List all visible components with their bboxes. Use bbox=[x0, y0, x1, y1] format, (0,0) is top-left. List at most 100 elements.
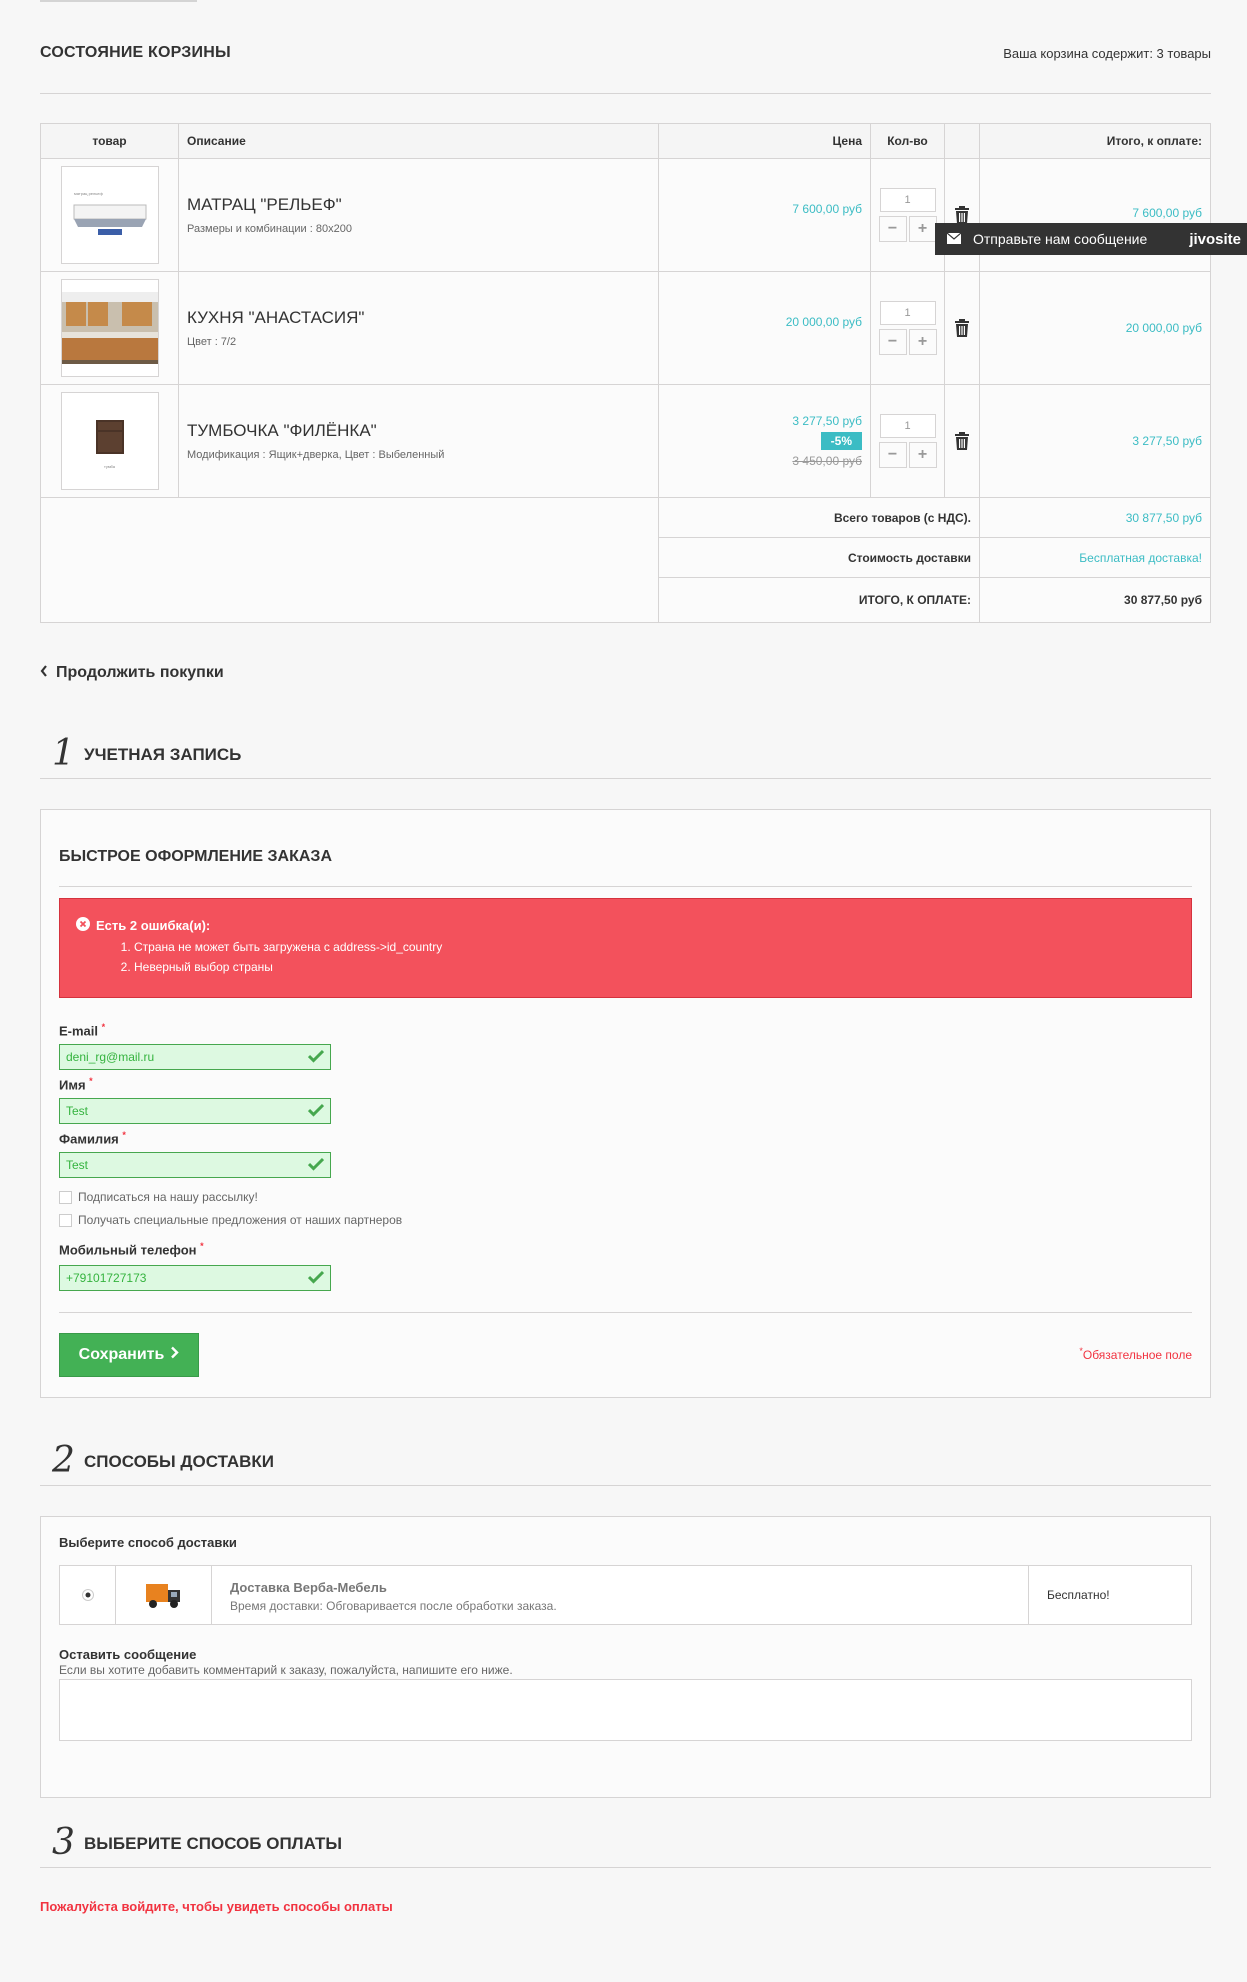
carrier-name: Доставка Верба-Мебель bbox=[230, 1580, 387, 1595]
name-field[interactable]: Test bbox=[59, 1098, 331, 1124]
grand-total-label: ИТОГО, К ОПЛАТЕ: bbox=[658, 577, 980, 623]
chat-widget-text: Отправьте нам сообщение bbox=[973, 231, 1148, 247]
message-textarea[interactable] bbox=[59, 1679, 1192, 1741]
step-delivery: 2 СПОСОБЫ ДОСТАВКИ bbox=[40, 1440, 1211, 1486]
trash-icon[interactable] bbox=[945, 432, 979, 450]
error-item: Неверный выбор страны bbox=[134, 960, 1191, 974]
svg-text:матрац рельеф: матрац рельеф bbox=[74, 191, 104, 196]
col-product: товар bbox=[40, 123, 179, 159]
step-payment: 3 ВЫБЕРИТЕ СПОСОБ ОПЛАТЫ bbox=[40, 1822, 1211, 1868]
table-row: тумба ТУМБОЧКА "ФИЛЁНКА" Модификация : Я… bbox=[40, 384, 1211, 498]
envelope-icon bbox=[946, 231, 962, 247]
checkbox-icon bbox=[59, 1213, 72, 1227]
delivery-option[interactable]: Доставка Верба-Мебель Время доставки: Об… bbox=[59, 1565, 1192, 1625]
cart-count: Ваша корзина содержит: 3 товары bbox=[1003, 46, 1211, 61]
product-price: 7 600,00 руб bbox=[792, 202, 862, 216]
cart-table-header: товар Описание Цена Кол-во Итого, к опла… bbox=[40, 123, 1211, 159]
old-price: 3 450,00 руб bbox=[792, 454, 862, 468]
error-title: Есть 2 ошибка(и): bbox=[96, 918, 211, 933]
quantity-decrease-button[interactable]: − bbox=[878, 216, 907, 242]
product-attributes: Размеры и комбинации : 80x200 bbox=[187, 223, 352, 235]
top-divider bbox=[40, 0, 197, 2]
nightstand-image[interactable]: тумба bbox=[60, 392, 159, 490]
continue-shopping-link[interactable]: Продолжить покупки bbox=[40, 664, 224, 682]
phone-field[interactable]: +79101727173 bbox=[59, 1265, 331, 1291]
product-total: 3 277,50 руб bbox=[1132, 434, 1202, 448]
product-total: 7 600,00 руб bbox=[1132, 206, 1202, 220]
surname-field[interactable]: Test bbox=[59, 1152, 331, 1178]
product-total: 20 000,00 руб bbox=[1125, 321, 1202, 335]
save-button[interactable]: Сохранить bbox=[59, 1333, 199, 1377]
message-title: Оставить сообщение bbox=[59, 1647, 197, 1662]
quantity-decrease-button[interactable]: − bbox=[878, 442, 907, 468]
col-price: Цена bbox=[658, 123, 871, 159]
trash-icon[interactable] bbox=[945, 206, 979, 224]
quantity-decrease-button[interactable]: − bbox=[878, 329, 907, 355]
divider bbox=[59, 886, 1192, 887]
phone-label: Мобильный телефон * bbox=[59, 1241, 204, 1258]
quick-order-panel: БЫСТРОЕ ОФОРМЛЕНИЕ ЗАКАЗА Есть 2 ошибка(… bbox=[40, 809, 1211, 1398]
col-qty: Кол-во bbox=[870, 123, 945, 159]
chevron-left-icon bbox=[40, 664, 48, 682]
quantity-input[interactable]: 1 bbox=[879, 301, 936, 325]
grand-total-value: 30 877,50 руб bbox=[979, 577, 1211, 623]
mattress-image[interactable]: матрац рельеф bbox=[60, 166, 159, 264]
product-name[interactable]: ТУМБОЧКА "ФИЛЁНКА" bbox=[179, 421, 658, 441]
check-icon bbox=[307, 1157, 325, 1174]
cart-table: товар Описание Цена Кол-во Итого, к опла… bbox=[40, 123, 1211, 623]
email-field[interactable]: deni_rg@mail.ru bbox=[59, 1044, 331, 1070]
quick-order-title: БЫСТРОЕ ОФОРМЛЕНИЕ ЗАКАЗА bbox=[59, 848, 332, 865]
cart-title: СОСТОЯНИЕ КОРЗИНЫ bbox=[40, 44, 231, 61]
product-price: 3 277,50 руб bbox=[792, 414, 862, 428]
quantity-increase-button[interactable]: + bbox=[908, 442, 937, 468]
table-row: КУХНЯ "АНАСТАСИЯ" Цвет : 7/2 20 000,00 р… bbox=[40, 271, 1211, 385]
product-price: 20 000,00 руб bbox=[785, 315, 862, 329]
name-label: Имя * bbox=[59, 1076, 93, 1093]
step-number: 1 bbox=[52, 733, 75, 774]
delivery-radio[interactable] bbox=[60, 1566, 116, 1624]
trash-icon[interactable] bbox=[945, 319, 979, 337]
newsletter-checkbox[interactable]: Подписаться на нашу рассылку! bbox=[59, 1190, 258, 1204]
step-title: ВЫБЕРИТЕ СПОСОБ ОПЛАТЫ bbox=[84, 1834, 343, 1853]
required-note: *Обязательное поле bbox=[1079, 1346, 1192, 1362]
checkbox-icon bbox=[59, 1190, 72, 1204]
product-name[interactable]: МАТРАЦ "РЕЛЬЕФ" bbox=[179, 195, 658, 215]
chat-widget[interactable]: Отправьте нам сообщение jivosite bbox=[935, 223, 1247, 255]
step-number: 2 bbox=[52, 1440, 75, 1481]
truck-icon bbox=[116, 1566, 212, 1624]
check-icon bbox=[307, 1049, 325, 1066]
surname-label: Фамилия * bbox=[59, 1130, 126, 1147]
col-total: Итого, к оплате: bbox=[979, 123, 1211, 159]
quantity-input[interactable]: 1 bbox=[879, 414, 936, 438]
cart-header: СОСТОЯНИЕ КОРЗИНЫ Ваша корзина содержит:… bbox=[40, 44, 1211, 94]
quantity-increase-button[interactable]: + bbox=[908, 216, 937, 242]
error-item: Страна не может быть загружена с address… bbox=[134, 940, 1191, 954]
quantity-increase-button[interactable]: + bbox=[908, 329, 937, 355]
carrier-time: Время доставки: Обговаривается после обр… bbox=[230, 1599, 557, 1613]
kitchen-image[interactable] bbox=[60, 279, 159, 377]
col-delete bbox=[944, 123, 980, 159]
subtotal-value: 30 877,50 руб bbox=[979, 497, 1211, 538]
col-description: Описание bbox=[178, 123, 659, 159]
payment-login-note: Пожалуйста войдите, чтобы увидеть способ… bbox=[40, 1899, 393, 1914]
email-label: E-mail * bbox=[59, 1022, 106, 1039]
divider bbox=[59, 1312, 1192, 1313]
error-alert: Есть 2 ошибка(и): Страна не может быть з… bbox=[59, 898, 1192, 998]
product-name[interactable]: КУХНЯ "АНАСТАСИЯ" bbox=[179, 308, 658, 328]
step-number: 3 bbox=[52, 1822, 75, 1863]
check-icon bbox=[307, 1270, 325, 1287]
quantity-input[interactable]: 1 bbox=[879, 188, 936, 212]
discount-badge: -5% bbox=[820, 432, 862, 450]
continue-shopping-label: Продолжить покупки bbox=[56, 664, 224, 681]
step-account: 1 УЧЕТНАЯ ЗАПИСЬ bbox=[40, 733, 1211, 779]
subtotal-label: Всего товаров (с НДС). bbox=[658, 497, 980, 538]
step-title: СПОСОБЫ ДОСТАВКИ bbox=[84, 1452, 275, 1471]
product-attributes: Цвет : 7/2 bbox=[187, 336, 237, 348]
shipping-value: Бесплатная доставка! bbox=[979, 537, 1211, 578]
product-attributes: Модификация : Ящик+дверка, Цвет : Выбеле… bbox=[187, 449, 445, 461]
summary-subtotal-row: Всего товаров (с НДС). 30 877,50 руб bbox=[40, 497, 1211, 623]
partners-checkbox[interactable]: Получать специальные предложения от наши… bbox=[59, 1213, 402, 1227]
error-icon bbox=[76, 917, 90, 934]
delivery-panel: Выберите способ доставки Доставка Верба-… bbox=[40, 1516, 1211, 1798]
chevron-right-icon bbox=[170, 1346, 180, 1364]
